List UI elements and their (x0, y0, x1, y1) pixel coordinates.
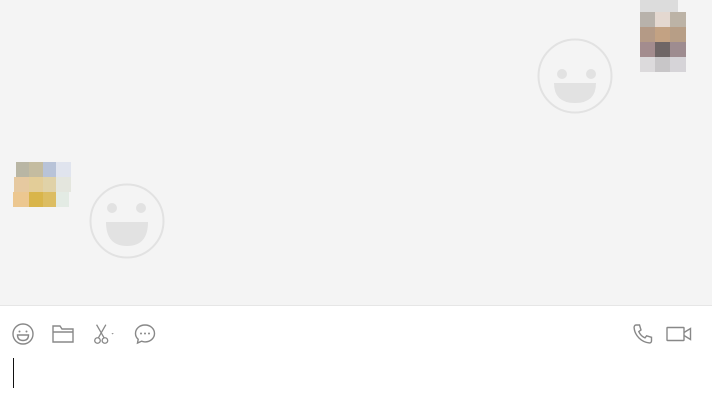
sent-smiley-sticker[interactable] (536, 37, 614, 115)
self-avatar[interactable] (640, 0, 686, 72)
received-smiley-sticker[interactable] (88, 182, 166, 260)
chat-message-area (0, 0, 712, 306)
phone-icon[interactable] (630, 321, 656, 347)
chat-bubble-icon[interactable] (132, 321, 158, 347)
peer-avatar[interactable] (13, 162, 71, 208)
video-camera-icon[interactable] (665, 321, 693, 347)
folder-icon[interactable] (50, 321, 76, 347)
message-input[interactable] (0, 346, 712, 417)
emoji-icon[interactable] (10, 321, 36, 347)
scissors-icon[interactable] (91, 321, 117, 347)
text-cursor (13, 358, 14, 388)
